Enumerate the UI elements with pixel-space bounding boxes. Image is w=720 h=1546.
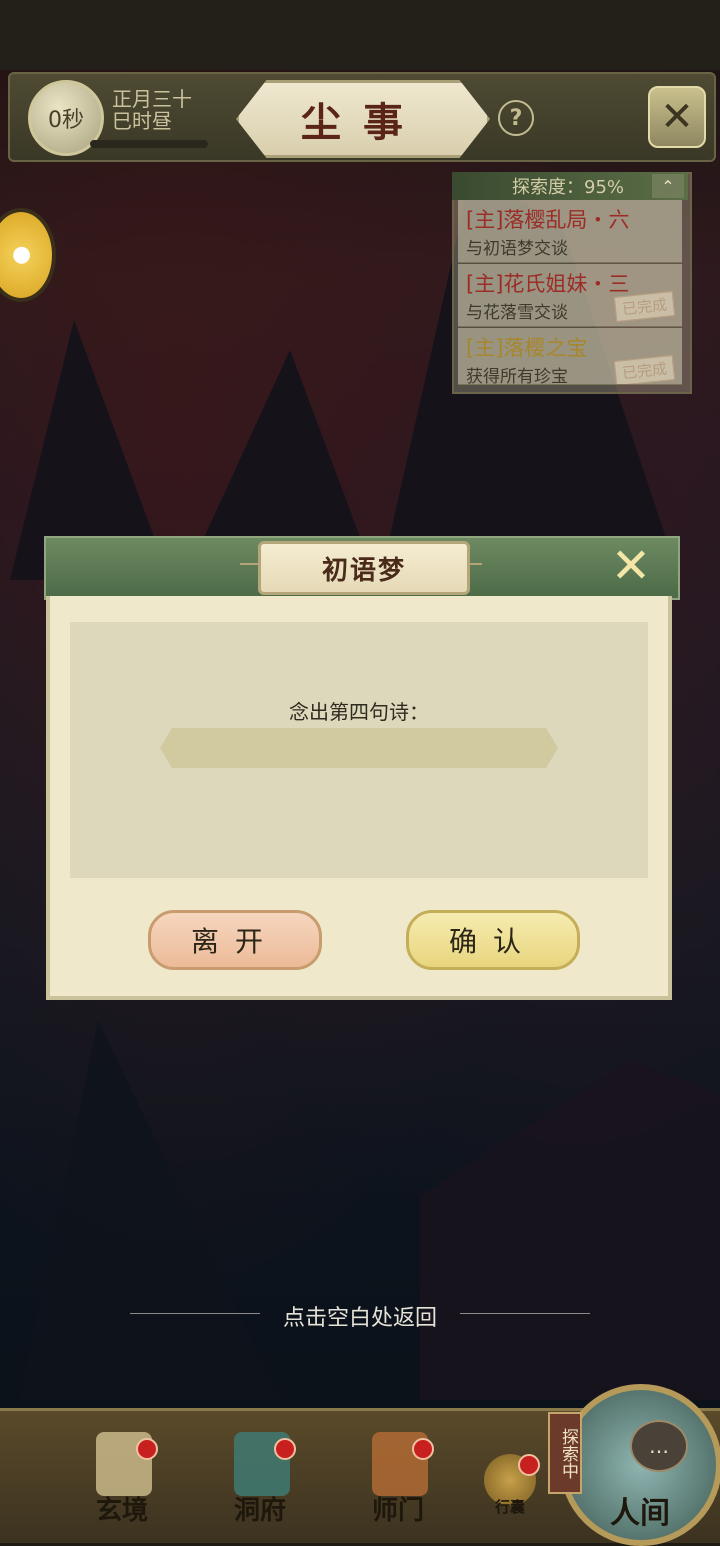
help-button[interactable]: ? xyxy=(498,100,534,136)
game-date: 正月三十 巳时昼 xyxy=(112,88,222,132)
completed-stamp: 已完成 xyxy=(613,354,676,384)
page-title-plate: 尘事 xyxy=(236,80,490,158)
quest-title: [主]落樱乱局・六 xyxy=(466,208,630,232)
page-title: 尘事 xyxy=(301,99,425,146)
confirm-button[interactable]: 确认 xyxy=(406,910,580,970)
exploration-progress: 探索度：95% xyxy=(512,177,625,198)
quest-item[interactable]: [主]落樱之宝 获得所有珍宝 已完成 xyxy=(458,328,682,385)
close-icon[interactable]: ✕ xyxy=(648,86,706,148)
status-bar-area xyxy=(0,0,720,70)
tap-to-return-hint: 点击空白处返回 xyxy=(282,1306,437,1331)
quest-desc: 与初语梦交谈 xyxy=(466,239,568,259)
quest-item[interactable]: [主]花氏姐妹・三 与花落雪交谈 已完成 xyxy=(458,264,682,327)
bag-button[interactable]: 行囊 xyxy=(478,1450,542,1530)
quest-item[interactable]: [主]落樱乱局・六 与初语梦交谈 xyxy=(458,200,682,263)
nav-item-xuanjing[interactable]: 玄境 xyxy=(72,1420,172,1530)
bag-label: 行囊 xyxy=(494,1498,525,1516)
quest-desc: 获得所有珍宝 xyxy=(466,367,568,385)
nav-item-shimen[interactable]: 师门 xyxy=(348,1420,448,1530)
gamepad-icon: ● xyxy=(12,242,32,267)
nav-item-dongfu[interactable]: 洞府 xyxy=(210,1420,310,1530)
quest-title: [主]落樱之宝 xyxy=(466,336,588,360)
date-line-1: 正月三十 xyxy=(112,87,192,111)
chat-icon[interactable]: … xyxy=(630,1420,688,1472)
notification-dot xyxy=(274,1438,296,1460)
notification-dot xyxy=(412,1438,434,1460)
day-progress-bar xyxy=(90,140,208,148)
dialog-title: 初语梦 xyxy=(321,555,406,586)
notification-dot xyxy=(136,1438,158,1460)
quest-desc: 与花落雪交谈 xyxy=(466,303,568,323)
poem-prompt: 念出第四句诗： xyxy=(289,700,429,724)
plate-ornament xyxy=(240,563,258,565)
quest-title: [主]花氏姐妹・三 xyxy=(466,272,630,296)
nav-label: 玄境 xyxy=(95,1496,148,1526)
poem-answer-input[interactable] xyxy=(160,728,558,768)
dialog-title-plate: 初语梦 xyxy=(258,541,470,595)
date-line-2: 巳时昼 xyxy=(112,109,172,133)
notification-dot xyxy=(518,1454,540,1476)
completed-stamp: 已完成 xyxy=(613,290,676,323)
chevron-up-icon[interactable]: ⌃ xyxy=(652,174,684,198)
leave-button[interactable]: 离开 xyxy=(148,910,322,970)
nav-label: 师门 xyxy=(371,1496,424,1526)
exploring-tag: 探索中 xyxy=(548,1412,582,1494)
nav-label: 洞府 xyxy=(233,1496,286,1526)
dialog-close-icon[interactable]: ✕ xyxy=(606,542,656,590)
world-label: 人间 xyxy=(610,1496,670,1531)
